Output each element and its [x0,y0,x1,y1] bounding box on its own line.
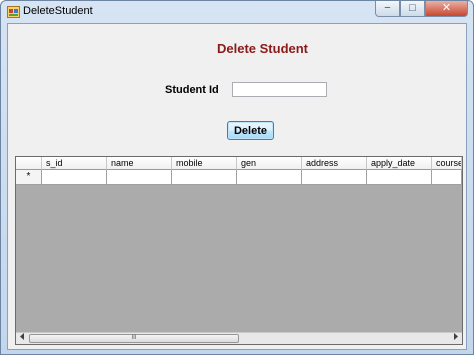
grid-corner-header[interactable] [16,157,42,170]
app-icon [7,6,20,18]
grid-cell-s_id[interactable] [42,170,107,185]
scroll-right-icon [454,333,458,340]
caption-buttons: − □ ✕ [375,1,468,18]
maximize-icon: □ [409,2,416,14]
grid-cell-address[interactable] [302,170,367,185]
horizontal-scrollbar[interactable]: III [16,332,462,344]
column-header-s_id[interactable]: s_id [42,157,107,170]
student-id-input[interactable] [232,82,327,97]
grid-cell-apply-date[interactable] [367,170,432,185]
minimize-button[interactable]: − [375,1,400,17]
grid-header-row: s_id name mobile gen address apply_date … [16,157,462,170]
grid-cell-mobile[interactable] [172,170,237,185]
grid-new-row: * [16,170,462,185]
column-header-address[interactable]: address [302,157,367,170]
student-data-grid[interactable]: s_id name mobile gen address apply_date … [15,156,463,345]
close-icon: ✕ [441,2,452,14]
grid-cell-name[interactable] [107,170,172,185]
delete-button[interactable]: Delete [227,121,274,140]
column-header-apply-date[interactable]: apply_date [367,157,432,170]
form-client-area: Delete Student Student Id Delete s_id na… [7,23,467,350]
grid-cell-course[interactable] [432,170,462,185]
scroll-thumb[interactable]: III [29,334,239,343]
column-header-gen[interactable]: gen [237,157,302,170]
scroll-thumb-grip: III [131,335,137,341]
column-header-mobile[interactable]: mobile [172,157,237,170]
minimize-icon: − [384,2,391,14]
maximize-button[interactable]: □ [400,1,425,17]
new-row-marker[interactable]: * [16,170,42,185]
scroll-left-icon [20,333,24,340]
scroll-left-button[interactable] [16,333,28,344]
form-heading-text: Delete Student [217,41,309,56]
delete-student-window: DeleteStudent − □ ✕ Delete Student Stude… [0,0,474,355]
student-id-label: Student Id [165,84,219,96]
grid-cell-gen[interactable] [237,170,302,185]
scroll-right-button[interactable] [450,333,462,344]
title-bar[interactable]: DeleteStudent − □ ✕ [1,1,473,23]
column-header-name[interactable]: name [107,157,172,170]
window-title: DeleteStudent [23,5,93,17]
close-button[interactable]: ✕ [425,1,468,17]
column-header-course[interactable]: course [432,157,462,170]
